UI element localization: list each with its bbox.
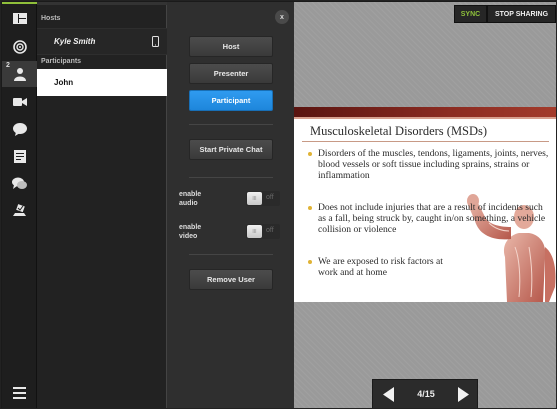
presentation-stage: SYNC STOP SHARING Musculoskeletal Disord… <box>294 2 556 408</box>
people-button[interactable]: 2 <box>2 61 37 87</box>
app-window: 2 Hosts Kyle Smith Participants John x H… <box>0 0 557 409</box>
video-button[interactable] <box>2 89 37 115</box>
role-host-button[interactable]: Host <box>189 36 273 57</box>
slide: Musculoskeletal Disorders (MSDs) Disorde… <box>294 107 556 302</box>
people-icon <box>13 68 26 81</box>
icon-rail: 2 <box>2 2 37 408</box>
bullet-marker <box>308 152 312 156</box>
divider <box>189 254 273 255</box>
role-presenter-button[interactable]: Presenter <box>189 63 273 84</box>
close-button[interactable]: x <box>275 10 289 24</box>
host-name: Kyle Smith <box>54 37 96 46</box>
toggle-knob: III <box>247 225 262 238</box>
enable-video-toggle[interactable]: III off <box>246 224 280 239</box>
sync-button[interactable]: SYNC <box>454 5 487 23</box>
enable-audio-state: off <box>266 194 274 201</box>
poll-button[interactable] <box>2 197 37 223</box>
layout-icon <box>12 12 27 24</box>
people-panel: Hosts Kyle Smith Participants John <box>37 2 167 408</box>
sharing-controls: SYNC STOP SHARING <box>454 5 556 23</box>
participant-name: John <box>54 78 74 87</box>
layout-button[interactable] <box>2 5 37 31</box>
enable-video-state: off <box>266 227 274 234</box>
slide-bullet-1: Disorders of the muscles, tendons, ligam… <box>318 148 549 181</box>
enable-video-label: enable video <box>179 224 202 240</box>
host-row[interactable]: Kyle Smith <box>37 28 167 55</box>
video-camera-icon <box>12 98 27 106</box>
target-icon <box>12 40 27 54</box>
role-participant-button[interactable]: Participant <box>189 90 273 111</box>
participant-row-selected[interactable]: John <box>37 69 167 96</box>
bullet-marker <box>308 206 312 210</box>
notes-button[interactable] <box>2 143 37 169</box>
slide-bullet-2: Does not include injuries that are a res… <box>318 202 546 235</box>
chat-button[interactable] <box>2 116 37 142</box>
people-count-badge: 2 <box>6 62 10 69</box>
next-slide-arrow-icon[interactable] <box>457 387 469 402</box>
slide-header-band <box>294 107 556 119</box>
user-options-panel: x Host Presenter Participant Start Priva… <box>167 2 294 408</box>
toggle-knob: III <box>247 192 262 205</box>
bullet-marker <box>308 260 312 264</box>
page-indicator: 4/15 <box>417 389 435 399</box>
previous-slide-arrow-icon[interactable] <box>383 387 395 402</box>
start-private-chat-button[interactable]: Start Private Chat <box>189 139 273 160</box>
notes-icon <box>13 149 26 163</box>
slide-pager: 4/15 <box>372 379 478 408</box>
target-button[interactable] <box>2 34 37 60</box>
participants-section-label: Participants <box>41 58 82 65</box>
chat-bubble-icon <box>12 122 27 136</box>
mobile-device-icon <box>152 36 159 47</box>
slide-title: Musculoskeletal Disorders (MSDs) <box>310 124 488 138</box>
hosts-section-label: Hosts <box>41 15 61 22</box>
enable-audio-label: enable audio <box>179 191 202 207</box>
slide-title-rule <box>302 141 549 142</box>
menu-icon <box>13 387 26 399</box>
divider <box>189 124 273 125</box>
remove-user-button[interactable]: Remove User <box>189 269 273 290</box>
slide-bullet-3: We are exposed to risk factors at work a… <box>318 256 443 278</box>
divider <box>189 177 273 178</box>
stop-sharing-button[interactable]: STOP SHARING <box>487 5 556 23</box>
menu-button[interactable] <box>2 380 37 406</box>
poll-icon <box>13 203 26 216</box>
qa-icon <box>12 177 27 189</box>
enable-audio-toggle[interactable]: III off <box>246 191 280 206</box>
rail-accent-bar <box>2 2 37 4</box>
people-panel-top-bar <box>37 2 167 5</box>
qa-button[interactable] <box>2 170 37 196</box>
